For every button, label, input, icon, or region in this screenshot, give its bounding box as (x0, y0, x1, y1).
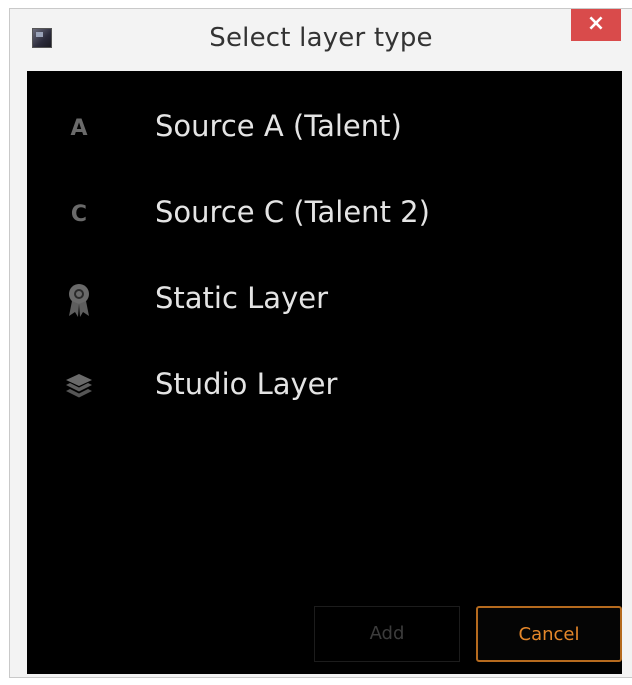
layer-item-label: Static Layer (155, 281, 328, 315)
layer-item-static-layer[interactable]: Static Layer (27, 265, 622, 335)
dialog-footer: Add Cancel (27, 594, 622, 674)
close-button[interactable]: × (571, 9, 621, 41)
dialog-window: Select layer type × A Source A (Talent) … (9, 8, 632, 678)
letter-c-icon: C (70, 201, 88, 227)
layer-item-label: Source C (Talent 2) (155, 195, 430, 229)
ribbon-badge-icon (61, 280, 97, 320)
dialog-title: Select layer type (209, 23, 433, 53)
layers-stack-icon (61, 366, 97, 406)
layer-item-label: Studio Layer (155, 367, 338, 401)
layer-item-label: Source A (Talent) (155, 109, 402, 143)
cancel-button[interactable]: Cancel (476, 606, 622, 662)
layer-item-source-a[interactable]: A Source A (Talent) (27, 93, 622, 163)
title-bar: Select layer type × (10, 9, 632, 69)
layer-type-panel: A Source A (Talent) C Source C (Talent 2… (27, 71, 622, 674)
add-button[interactable]: Add (314, 606, 460, 662)
letter-a-icon: A (70, 115, 88, 141)
layer-item-source-c[interactable]: C Source C (Talent 2) (27, 179, 622, 249)
layer-item-studio-layer[interactable]: Studio Layer (27, 351, 622, 421)
